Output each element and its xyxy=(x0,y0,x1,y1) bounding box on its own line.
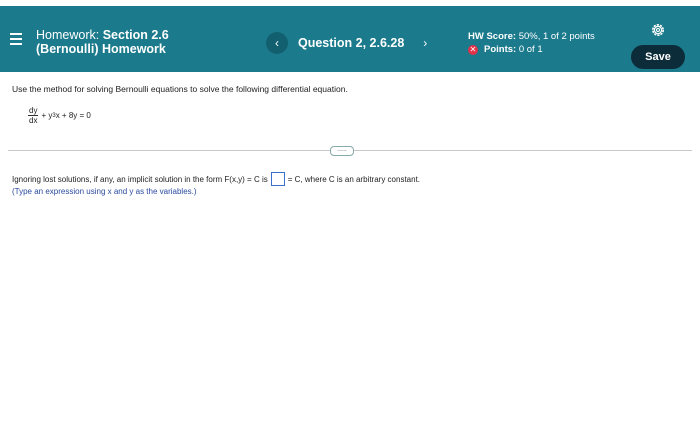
equation-rest: x + 8y = 0 xyxy=(55,111,91,120)
question-label: Question 2, 2.6.28 xyxy=(298,36,405,50)
incorrect-x-icon: ✕ xyxy=(468,44,478,55)
hamburger-menu-icon[interactable] xyxy=(10,33,22,45)
expand-more-button[interactable]: ..... xyxy=(330,146,354,156)
problem-prompt: Use the method for solving Bernoulli equ… xyxy=(12,84,348,94)
fraction-denominator: dx xyxy=(29,116,38,125)
points-label: Points: xyxy=(484,44,517,55)
title-prefix: Homework: xyxy=(36,28,100,42)
title-subtitle: (Bernoulli) Homework xyxy=(36,42,166,56)
gear-icon[interactable] xyxy=(650,22,666,38)
differential-equation: dy dx + y3 x + 8y = 0 xyxy=(28,106,91,125)
previous-question-button[interactable]: ‹ xyxy=(266,32,288,54)
answer-text-before: Ignoring lost solutions, if any, an impl… xyxy=(12,174,268,184)
fraction-numerator: dy xyxy=(28,106,39,116)
question-navigation: ‹ Question 2, 2.6.28 › xyxy=(266,32,436,54)
score-value: 50%, 1 of 2 points xyxy=(518,31,595,42)
score-panel: HW Score: 50%, 1 of 2 points ✕ Points: 0… xyxy=(468,30,595,56)
homework-title: Homework: Section 2.6 (Bernoulli) Homewo… xyxy=(36,28,169,56)
points-value: 0 of 1 xyxy=(518,44,543,55)
top-bar: Homework: Section 2.6 (Bernoulli) Homewo… xyxy=(0,6,700,72)
save-button[interactable]: Save xyxy=(631,45,685,69)
answer-input[interactable] xyxy=(270,172,285,186)
equation-term-y: + y xyxy=(41,111,53,120)
answer-hint: (Type an expression using x and y as the… xyxy=(12,187,197,196)
derivative-fraction: dy dx xyxy=(28,106,39,125)
title-section: Section 2.6 xyxy=(102,28,169,42)
answer-text-after: = C, where C is an arbitrary constant. xyxy=(287,174,421,184)
answer-line: Ignoring lost solutions, if any, an impl… xyxy=(12,172,420,186)
score-label: HW Score: xyxy=(468,31,517,42)
next-question-button[interactable]: › xyxy=(414,32,436,54)
